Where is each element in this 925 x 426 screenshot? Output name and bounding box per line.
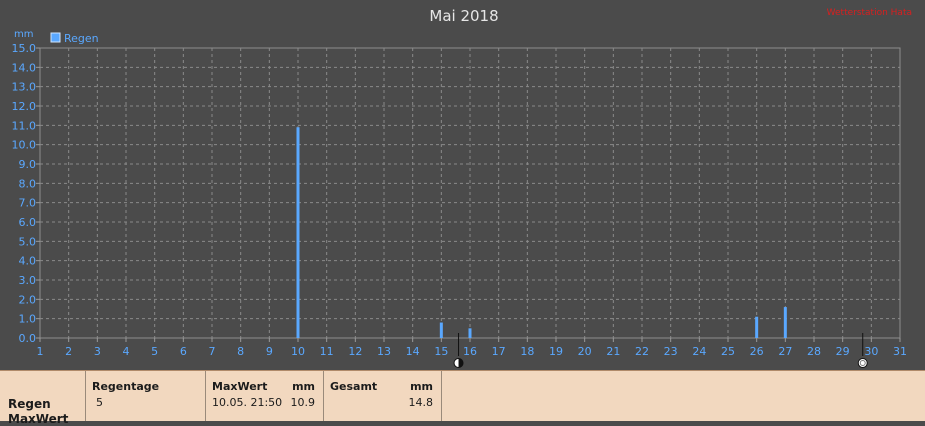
x-tick-label: 18 <box>520 345 534 358</box>
summary-row-label-cell: Regen MaxWert <box>0 371 86 426</box>
maxwert-date: 10.05. 21:50 <box>212 396 283 409</box>
y-tick-label: 15.0 <box>12 42 37 55</box>
y-tick-label: 2.0 <box>19 293 37 306</box>
y-tick-label: 8.0 <box>19 177 37 190</box>
x-tick-label: 23 <box>664 345 678 358</box>
x-tick-label: 11 <box>320 345 334 358</box>
y-tick-label: 12.0 <box>12 100 37 113</box>
y-axis-ticks: 0.0 1.0 2.0 3.0 4.0 5.0 6.0 7.0 8.0 9.0 10.0 11.0 12… <box>12 42 40 345</box>
y-axis-unit: mm <box>14 29 33 40</box>
x-tick-label: 24 <box>692 345 706 358</box>
bar <box>468 328 472 338</box>
regentage-label: Regentage <box>92 380 160 393</box>
maxwert-value: 10.9 <box>290 396 316 409</box>
x-tick-label: 22 <box>635 345 649 358</box>
y-tick-label: 11.0 <box>12 119 37 132</box>
bars <box>296 127 787 339</box>
y-tick-label: 7.0 <box>19 197 37 210</box>
bar <box>296 127 300 339</box>
x-tick-label: 10 <box>291 345 305 358</box>
y-tick-label: 4.0 <box>19 255 37 268</box>
x-tick-label: 29 <box>836 345 850 358</box>
x-tick-label: 27 <box>778 345 792 358</box>
x-tick-label: 16 <box>463 345 477 358</box>
x-axis-ticks: 1 2 3 4 5 6 7 8 9 10 11 12 13 14 15 16 17 18 19 20 21 22 23 24 2… <box>37 338 907 358</box>
y-tick-label: 0.0 <box>19 332 37 345</box>
x-tick-label: 1 <box>37 345 44 358</box>
summary-row-label: Regen <box>8 397 51 411</box>
x-tick-label: 13 <box>377 345 391 358</box>
x-tick-label: 28 <box>807 345 821 358</box>
maxwert-unit: mm <box>292 380 315 393</box>
x-tick-label: 2 <box>65 345 72 358</box>
maxwert-cell: MaxWert mm 10.05. 21:50 10.9 <box>206 371 324 421</box>
rain-chart: Mai 2018 Wetterstation Hata mm Regen 0.0… <box>12 7 912 368</box>
watermark: Wetterstation Hata <box>827 8 912 18</box>
x-tick-label: 19 <box>549 345 563 358</box>
bar <box>755 316 759 338</box>
grid <box>39 47 901 339</box>
gesamt-value: 14.8 <box>408 396 434 409</box>
x-tick-label: 15 <box>434 345 448 358</box>
maxwert-label: MaxWert <box>212 380 268 393</box>
y-tick-label: 5.0 <box>19 235 37 248</box>
chart-title: Mai 2018 <box>429 7 498 25</box>
x-tick-label: 20 <box>578 345 592 358</box>
y-tick-label: 14.0 <box>12 61 37 74</box>
x-tick-label: 8 <box>237 345 244 358</box>
regentage-cell: Regentage 5 <box>86 371 206 421</box>
regentage-value: 5 <box>96 396 103 409</box>
x-tick-label: 12 <box>348 345 362 358</box>
summary-panel: Regen MaxWert Regentage 5 MaxWert mm 10.… <box>0 370 925 426</box>
x-tick-label: 3 <box>94 345 101 358</box>
x-tick-label: 17 <box>492 345 506 358</box>
gesamt-label: Gesamt <box>330 380 378 393</box>
summary-row-label-2: MaxWert <box>8 412 69 426</box>
y-tick-label: 13.0 <box>12 81 37 94</box>
legend-swatch-regen <box>50 32 61 43</box>
x-tick-label: 7 <box>209 345 216 358</box>
gesamt-cell: Gesamt mm 14.8 <box>324 371 442 421</box>
x-tick-label: 14 <box>406 345 420 358</box>
x-tick-label: 30 <box>864 345 878 358</box>
x-tick-label: 4 <box>123 345 130 358</box>
y-tick-label: 6.0 <box>19 216 37 229</box>
x-tick-label: 6 <box>180 345 187 358</box>
y-tick-label: 3.0 <box>19 274 37 287</box>
x-tick-label: 9 <box>266 345 273 358</box>
gesamt-unit: mm <box>410 380 433 393</box>
bar <box>439 322 443 338</box>
bar <box>783 307 787 338</box>
chart-window: Mai 2018 Wetterstation Hata mm Regen 0.0… <box>0 0 925 426</box>
x-tick-label: 31 <box>893 345 907 358</box>
y-tick-label: 1.0 <box>19 313 37 326</box>
y-tick-label: 10.0 <box>12 139 37 152</box>
y-tick-label: 9.0 <box>19 158 37 171</box>
x-tick-label: 5 <box>151 345 158 358</box>
x-tick-label: 25 <box>721 345 735 358</box>
legend-label-regen: Regen <box>64 32 99 45</box>
x-tick-label: 21 <box>606 345 620 358</box>
x-tick-label: 26 <box>750 345 764 358</box>
